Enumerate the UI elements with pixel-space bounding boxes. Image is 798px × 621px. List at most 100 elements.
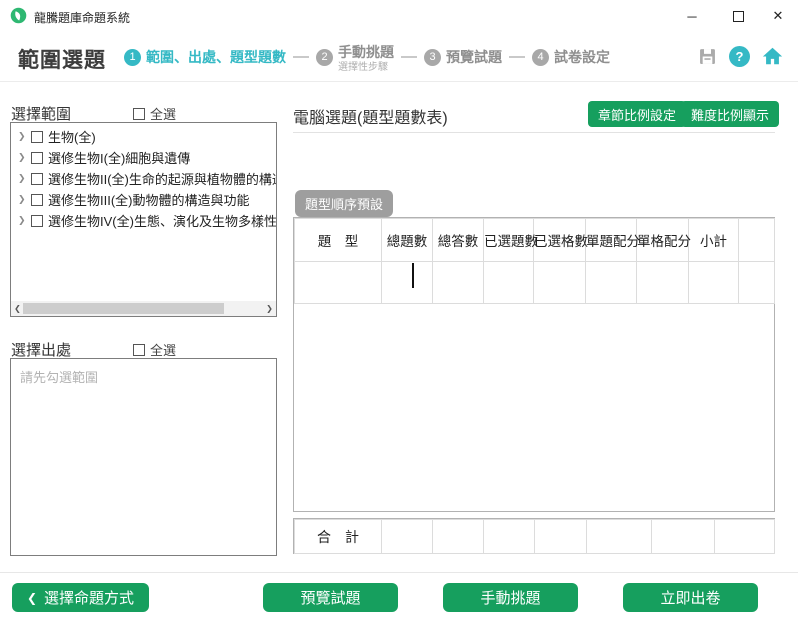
app-title: 龍騰題庫命題系統 xyxy=(34,11,131,25)
totals-value-cell xyxy=(586,519,652,554)
tree-item-checkbox[interactable] xyxy=(31,214,43,227)
page-title: 範圍選題 xyxy=(18,49,106,72)
expand-chevron-icon[interactable]: ❯ xyxy=(18,173,31,184)
totals-table: 合 計 xyxy=(294,519,775,554)
step-connector xyxy=(401,56,417,58)
save-icon[interactable] xyxy=(697,46,718,67)
question-type-table: 題 型總題數 總答數 已選題數 已選格數 單題配分 單格配分 小計 xyxy=(294,218,775,304)
source-list-panel: 請先勾選範圍 xyxy=(10,358,277,556)
section-divider xyxy=(293,132,775,133)
step-connector xyxy=(509,56,525,58)
table-cell[interactable] xyxy=(636,261,689,304)
tree-item-checkbox[interactable] xyxy=(31,172,43,185)
step-2-sublabel: 選擇性步驟 xyxy=(338,61,388,73)
table-header-row: 題 型總題數 總答數 已選題數 已選格數 單題配分 單格配分 小計 xyxy=(294,218,775,262)
help-icon[interactable]: ? xyxy=(729,45,750,67)
totals-value-cell xyxy=(381,519,433,554)
close-button[interactable]: ✕ xyxy=(758,0,798,32)
tree-item-checkbox[interactable] xyxy=(31,130,43,143)
table-row xyxy=(294,261,775,304)
totals-value-cell xyxy=(651,519,715,554)
tree-item[interactable]: ❯ 選修生物II(全)生命的起源與植物體的構造 xyxy=(11,168,276,189)
page-header: 範圍選題 1 範圍、出處、題型題數 2 手動挑題 選擇性步驟 3 預覽試題 4 … xyxy=(0,32,798,82)
title-bar: 龍騰題庫命題系統 ─ ✕ xyxy=(0,0,798,32)
tree-item-label: 選修生物III(全)動物體的構造與功能 xyxy=(48,193,250,208)
step-1-circle: 1 xyxy=(124,48,141,66)
step-3-preview: 3 預覽試題 xyxy=(424,47,502,67)
range-section-title: 選擇範圍 xyxy=(11,106,72,123)
minimize-button[interactable]: ─ xyxy=(672,0,712,32)
step-connector xyxy=(293,56,309,58)
totals-label-cell: 合 計 xyxy=(294,519,382,554)
step-1-label: 範圍、出處、題型題數 xyxy=(146,49,286,65)
column-header xyxy=(738,218,775,262)
tree-item[interactable]: ❯ 選修生物IV(全)生態、演化及生物多樣性 xyxy=(11,210,276,231)
column-header: 單題配分 xyxy=(585,218,640,262)
totals-row: 合 計 xyxy=(294,519,775,554)
header-icon-group: ? xyxy=(697,45,784,67)
range-select-all-label: 全選 xyxy=(150,107,177,122)
tree-item-label: 選修生物I(全)細胞與遺傳 xyxy=(48,151,191,166)
scrollbar-thumb[interactable] xyxy=(23,303,224,314)
table-cell[interactable] xyxy=(381,261,433,304)
footer-bar: ❮ 選擇命題方式 預覽試題 手動挑題 立即出卷 xyxy=(0,572,798,621)
chapter-ratio-button[interactable]: 章節比例設定 xyxy=(588,101,687,127)
column-header: 已選題數 xyxy=(483,218,538,262)
tree-item-checkbox[interactable] xyxy=(31,193,43,206)
step-4-label: 試卷設定 xyxy=(554,49,610,65)
tree-item[interactable]: ❯ 選修生物I(全)細胞與遺傳 xyxy=(11,147,276,168)
column-header: 題 型 xyxy=(294,218,382,262)
expand-chevron-icon[interactable]: ❯ xyxy=(18,215,31,226)
table-cell[interactable] xyxy=(738,261,775,304)
step-indicator: 1 範圍、出處、題型題數 2 手動挑題 選擇性步驟 3 預覽試題 4 試卷設定 xyxy=(124,32,610,82)
step-2-manual-pick: 2 手動挑題 選擇性步驟 xyxy=(316,42,394,73)
generate-paper-button[interactable]: 立即出卷 xyxy=(623,583,758,612)
difficulty-ratio-button[interactable]: 難度比例顯示 xyxy=(681,101,780,127)
tree-item[interactable]: ❯ 生物(全) xyxy=(11,126,276,147)
computer-selection-title: 電腦選題(題型題數表) xyxy=(293,110,448,127)
source-select-all-checkbox[interactable] xyxy=(133,343,145,356)
table-cell[interactable] xyxy=(483,261,534,304)
column-header: 單格配分 xyxy=(636,218,691,262)
step-2-circle: 2 xyxy=(316,48,333,66)
scroll-right-icon[interactable]: ❯ xyxy=(263,301,276,316)
totals-value-cell xyxy=(534,519,587,554)
app-logo-icon xyxy=(10,7,27,24)
source-select-all[interactable]: 全選 xyxy=(133,340,176,359)
column-header: 總答數 xyxy=(432,218,484,262)
range-select-all[interactable]: 全選 xyxy=(133,104,176,123)
expand-chevron-icon[interactable]: ❯ xyxy=(18,194,31,205)
maximize-button[interactable] xyxy=(718,0,758,32)
chevron-left-icon: ❮ xyxy=(26,590,38,605)
step-3-circle: 3 xyxy=(424,48,441,66)
expand-chevron-icon[interactable]: ❯ xyxy=(18,152,31,163)
tree-item[interactable]: ❯ 選修生物III(全)動物體的構造與功能 xyxy=(11,189,276,210)
step-2-label: 手動挑題 xyxy=(338,43,394,60)
step-3-label: 預覽試題 xyxy=(446,49,502,65)
tree-item-label: 選修生物II(全)生命的起源與植物體的構造 xyxy=(48,172,276,187)
range-tree-panel: ❯ 生物(全) ❯ 選修生物I(全)細胞與遺傳 ❯ 選修生物II(全)生命的起源與植物體的… xyxy=(10,122,277,317)
expand-chevron-icon[interactable]: ❯ xyxy=(18,131,31,142)
totals-value-cell xyxy=(483,519,535,554)
manual-pick-button[interactable]: 手動挑題 xyxy=(443,583,578,612)
home-icon[interactable] xyxy=(761,45,784,67)
preview-questions-button[interactable]: 預覽試題 xyxy=(263,583,398,612)
column-header: 總題數 xyxy=(381,218,433,262)
question-type-table-panel: 題 型總題數 總答數 已選題數 已選格數 單題配分 單格配分 小計 xyxy=(293,217,775,512)
text-caret xyxy=(412,263,414,288)
source-placeholder-text: 請先勾選範圍 xyxy=(20,370,99,385)
table-cell[interactable] xyxy=(533,261,586,304)
table-cell[interactable] xyxy=(294,261,382,304)
question-type-order-tag[interactable]: 題型順序預設 xyxy=(295,190,394,217)
totals-value-cell xyxy=(714,519,775,554)
table-cell[interactable] xyxy=(688,261,739,304)
range-select-all-checkbox[interactable] xyxy=(133,107,145,120)
horizontal-scrollbar[interactable]: ❮ ❯ xyxy=(11,301,276,316)
table-cell[interactable] xyxy=(432,261,484,304)
maximize-icon xyxy=(732,10,744,22)
tree-item-checkbox[interactable] xyxy=(31,151,43,164)
step-4-paper-settings: 4 試卷設定 xyxy=(532,47,610,67)
source-section-title: 選擇出處 xyxy=(11,342,72,359)
table-cell[interactable] xyxy=(585,261,637,304)
back-to-mode-button[interactable]: ❮ 選擇命題方式 xyxy=(12,583,149,612)
